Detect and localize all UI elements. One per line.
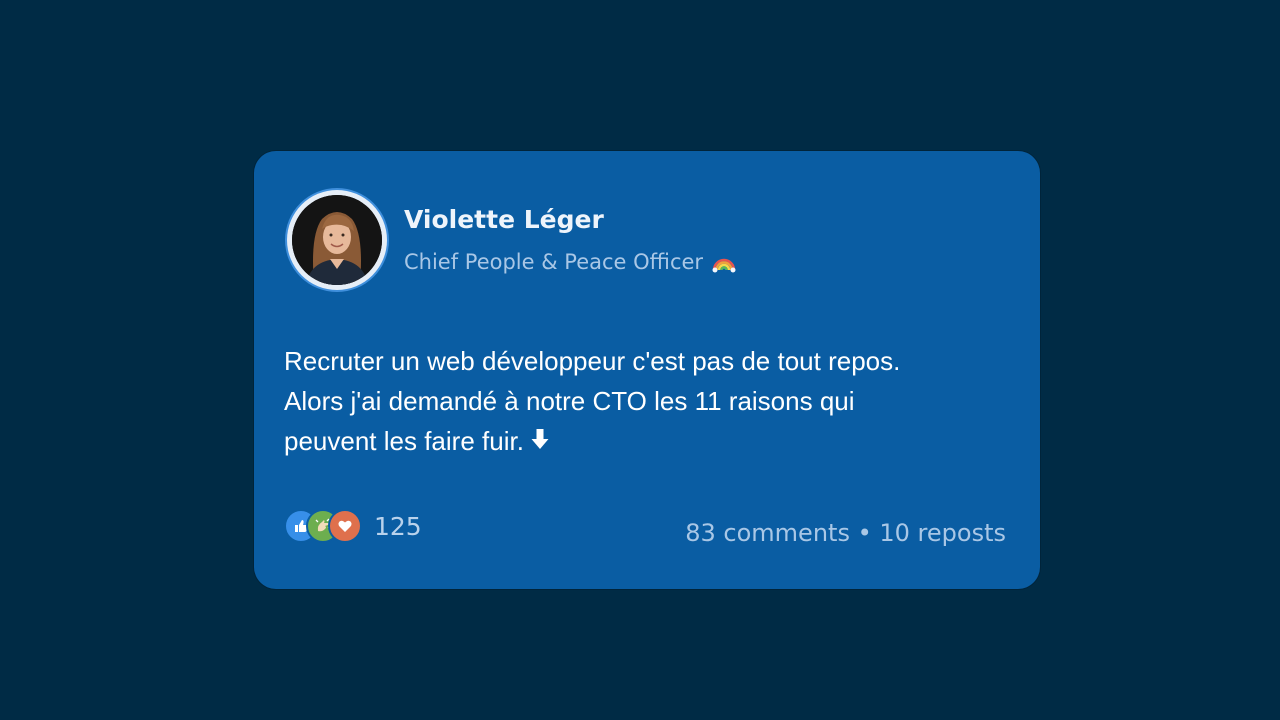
stage: Violette Léger Chief People & Peace Offi… bbox=[0, 0, 1280, 720]
avatar[interactable] bbox=[287, 190, 387, 290]
post-body-line-last: peuvent les faire fuir. bbox=[284, 421, 1004, 463]
reposts-link[interactable]: 10 reposts bbox=[879, 519, 1006, 547]
reactions-summary[interactable]: 125 bbox=[284, 509, 422, 543]
down-arrow-icon bbox=[528, 423, 552, 463]
stats-separator: • bbox=[857, 519, 872, 547]
author-title-text: Chief People & Peace Officer bbox=[404, 250, 704, 274]
rainbow-icon bbox=[711, 251, 737, 273]
post-card: Violette Léger Chief People & Peace Offi… bbox=[254, 151, 1040, 589]
author-name[interactable]: Violette Léger bbox=[404, 205, 604, 234]
reaction-count: 125 bbox=[374, 511, 422, 541]
author-headline: Chief People & Peace Officer bbox=[404, 250, 737, 274]
post-body-line: Recruter un web développeur c'est pas de… bbox=[284, 346, 901, 376]
post-body-line-text: peuvent les faire fuir. bbox=[284, 426, 524, 456]
comments-link[interactable]: 83 comments bbox=[685, 519, 850, 547]
post-body: Recruter un web développeur c'est pas de… bbox=[284, 341, 1004, 463]
post-body-line: Alors j'ai demandé à notre CTO les 11 ra… bbox=[284, 386, 855, 416]
love-reaction-icon bbox=[328, 509, 362, 543]
engagement-stats: 83 comments • 10 reposts bbox=[685, 519, 1006, 547]
avatar-photo bbox=[292, 195, 382, 285]
